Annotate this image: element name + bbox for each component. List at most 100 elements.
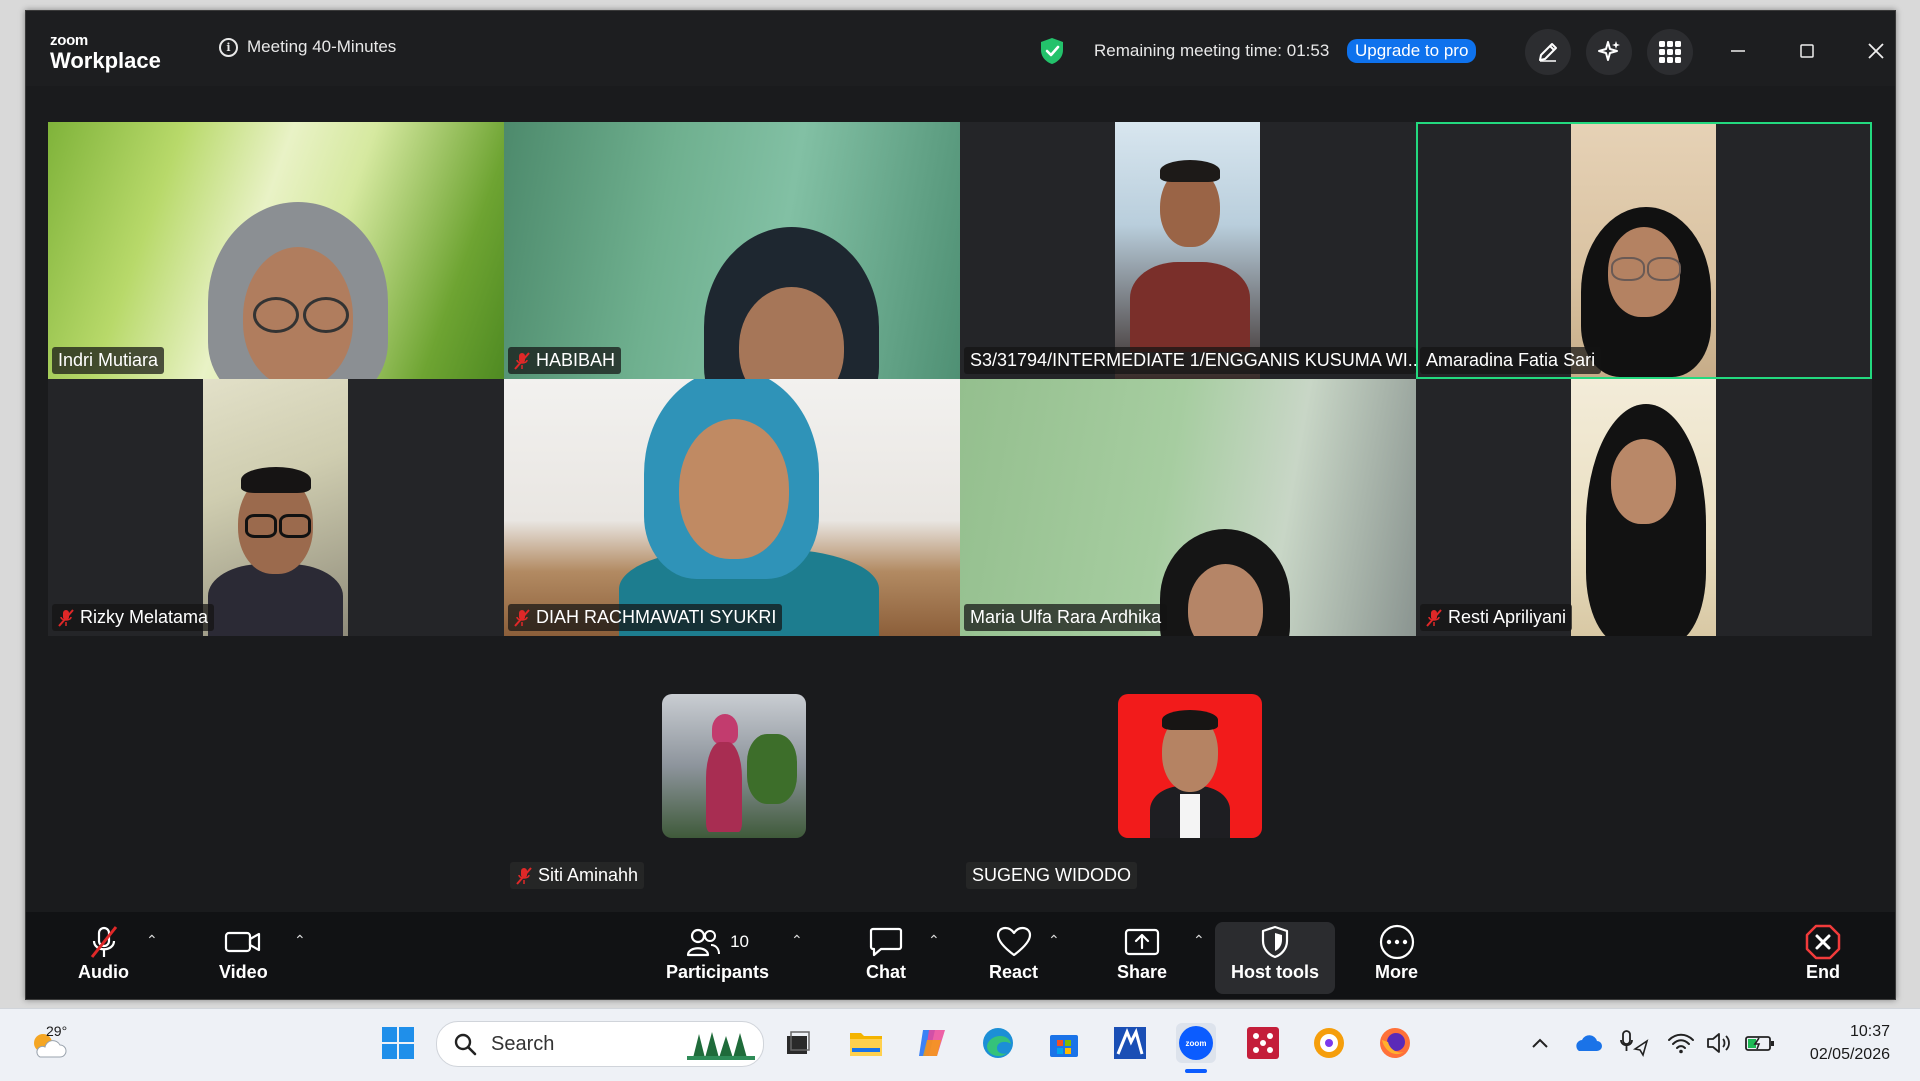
share-options-caret[interactable]: ⌃: [1193, 932, 1205, 949]
minimize-button[interactable]: [1721, 36, 1755, 66]
more-button[interactable]: More: [1375, 922, 1418, 983]
participant-name-label: DIAH RACHMAWATI SYUKRI: [508, 604, 783, 631]
participant-count: 10: [730, 932, 749, 951]
microsoft-store-button[interactable]: [1044, 1023, 1084, 1063]
file-explorer-button[interactable]: [846, 1023, 886, 1063]
zoom-app-icon: zoom: [1179, 1026, 1213, 1060]
edge-browser-button[interactable]: [978, 1023, 1018, 1063]
react-label: React: [989, 962, 1039, 982]
chat-options-caret[interactable]: ⌃: [928, 932, 940, 949]
video-tile[interactable]: S3/31794/INTERMEDIATE 1/ENGGANIS KUSUMA …: [960, 122, 1416, 379]
participant-name-label: HABIBAH: [508, 347, 622, 374]
video-options-caret[interactable]: ⌃: [294, 932, 306, 949]
participant-avatar[interactable]: [1118, 694, 1262, 838]
muted-mic-icon: [58, 608, 74, 627]
video-tile[interactable]: Rizky Melatama: [48, 379, 504, 636]
video-label: Video: [219, 962, 268, 982]
zoom-app-button[interactable]: zoom: [1176, 1023, 1216, 1063]
video-tile[interactable]: DIAH RACHMAWATI SYUKRI: [504, 379, 960, 636]
encryption-shield-icon[interactable]: [1039, 37, 1065, 65]
meeting-title: Meeting 40-Minutes: [247, 37, 397, 56]
taskbar-search-box[interactable]: Search: [436, 1021, 764, 1067]
search-placeholder: Search: [491, 1033, 555, 1055]
participant-name: SUGENG WIDODO: [972, 865, 1132, 885]
more-label: More: [1375, 962, 1419, 982]
meeting-toolbar: Audio ⌃ Video ⌃ 10 Participants ⌃ Chat ⌃: [26, 912, 1895, 999]
windows-taskbar: 29° Search zoom 10:37 02/05/2026: [0, 1008, 1920, 1081]
react-button[interactable]: React: [989, 922, 1038, 983]
app-button[interactable]: [1243, 1023, 1283, 1063]
dots-app-icon: [1247, 1027, 1279, 1059]
participant-name: Indri Mutiara: [58, 350, 159, 370]
audio-options-caret[interactable]: ⌃: [146, 932, 158, 949]
app-button[interactable]: [1110, 1023, 1150, 1063]
close-icon: [1868, 43, 1884, 59]
wifi-button[interactable]: [1661, 1023, 1701, 1063]
battery-button[interactable]: [1740, 1023, 1780, 1063]
participant-name: DIAH RACHMAWATI SYUKRI: [536, 607, 777, 627]
host-tools-button[interactable]: Host tools: [1231, 922, 1319, 983]
video-tile[interactable]: Resti Apriliyani: [1416, 379, 1872, 636]
muted-microphone-icon: [90, 926, 117, 958]
brand-line-1: zoom: [50, 32, 88, 49]
host-shield-icon: [1261, 925, 1289, 959]
upgrade-to-pro-button[interactable]: Upgrade to pro: [1347, 39, 1477, 63]
ai-companion-button[interactable]: [1586, 29, 1632, 75]
show-hidden-icons-button[interactable]: [1520, 1023, 1560, 1063]
participant-avatar[interactable]: [662, 694, 806, 838]
battery-charging-icon: [1745, 1036, 1774, 1051]
ring-app-icon: [1314, 1028, 1344, 1058]
remaining-time: Remaining meeting time: 01:53: [1094, 41, 1330, 60]
clock-date[interactable]: 02/05/2026: [1790, 1046, 1890, 1064]
info-icon: i: [219, 37, 238, 57]
clock-time[interactable]: 10:37: [1790, 1023, 1890, 1041]
share-button[interactable]: Share: [1117, 922, 1167, 983]
video-tile[interactable]: Maria Ulfa Rara Ardhika: [960, 379, 1416, 636]
close-button[interactable]: [1859, 36, 1893, 66]
annotate-button[interactable]: [1525, 29, 1571, 75]
start-button[interactable]: [378, 1023, 418, 1063]
volume-button[interactable]: [1700, 1023, 1740, 1063]
maximize-icon: [1800, 44, 1814, 58]
onedrive-button[interactable]: [1567, 1023, 1607, 1063]
meeting-info-button[interactable]: i Meeting 40-Minutes: [219, 37, 396, 57]
location-button[interactable]: [1614, 1023, 1654, 1063]
apps-button[interactable]: [1647, 29, 1693, 75]
video-button[interactable]: Video: [219, 922, 268, 983]
title-bar: zoom Workplace i Meeting 40-Minutes Rema…: [26, 11, 1895, 86]
svg-text:zoom: zoom: [1186, 1039, 1207, 1048]
participant-video: [1115, 122, 1260, 379]
video-tile[interactable]: Amaradina Fatia Sari: [1416, 122, 1872, 379]
copilot-button[interactable]: [912, 1023, 952, 1063]
video-camera-icon: [225, 931, 261, 953]
participants-options-caret[interactable]: ⌃: [791, 932, 803, 949]
weather-temperature: 29°: [46, 1023, 68, 1039]
app-button[interactable]: [1309, 1023, 1349, 1063]
video-tile[interactable]: Indri Mutiara: [48, 122, 504, 379]
muted-mic-icon: [514, 608, 530, 627]
video-tile[interactable]: HABIBAH: [504, 122, 960, 379]
brand-line-2: Workplace: [50, 48, 161, 73]
zoom-workplace-logo: zoom Workplace: [50, 33, 161, 72]
firefox-button[interactable]: [1375, 1023, 1415, 1063]
participant-name: Siti Aminahh: [538, 865, 639, 885]
react-options-caret[interactable]: ⌃: [1048, 932, 1060, 949]
chat-button[interactable]: Chat: [866, 922, 906, 983]
zoom-window: zoom Workplace i Meeting 40-Minutes Rema…: [25, 10, 1896, 1000]
speaker-volume-icon: [1707, 1033, 1730, 1053]
windows-logo-icon: [382, 1027, 414, 1059]
chat-bubble-icon: [869, 927, 903, 957]
app-m-icon: [1114, 1027, 1146, 1059]
task-view-button[interactable]: [778, 1023, 818, 1063]
audio-button[interactable]: Audio: [78, 922, 129, 983]
participant-name: Resti Apriliyani: [1448, 607, 1567, 627]
end-meeting-button[interactable]: End: [1805, 922, 1841, 983]
muted-mic-icon: [514, 351, 530, 370]
maximize-button[interactable]: [1790, 36, 1824, 66]
muted-mic-icon: [1426, 608, 1442, 627]
participants-label: Participants: [666, 962, 770, 982]
copilot-icon: [919, 1030, 945, 1056]
participant-name: Maria Ulfa Rara Ardhika: [970, 607, 1162, 627]
end-call-icon: [1805, 924, 1841, 960]
participants-button[interactable]: 10 Participants: [666, 922, 769, 983]
